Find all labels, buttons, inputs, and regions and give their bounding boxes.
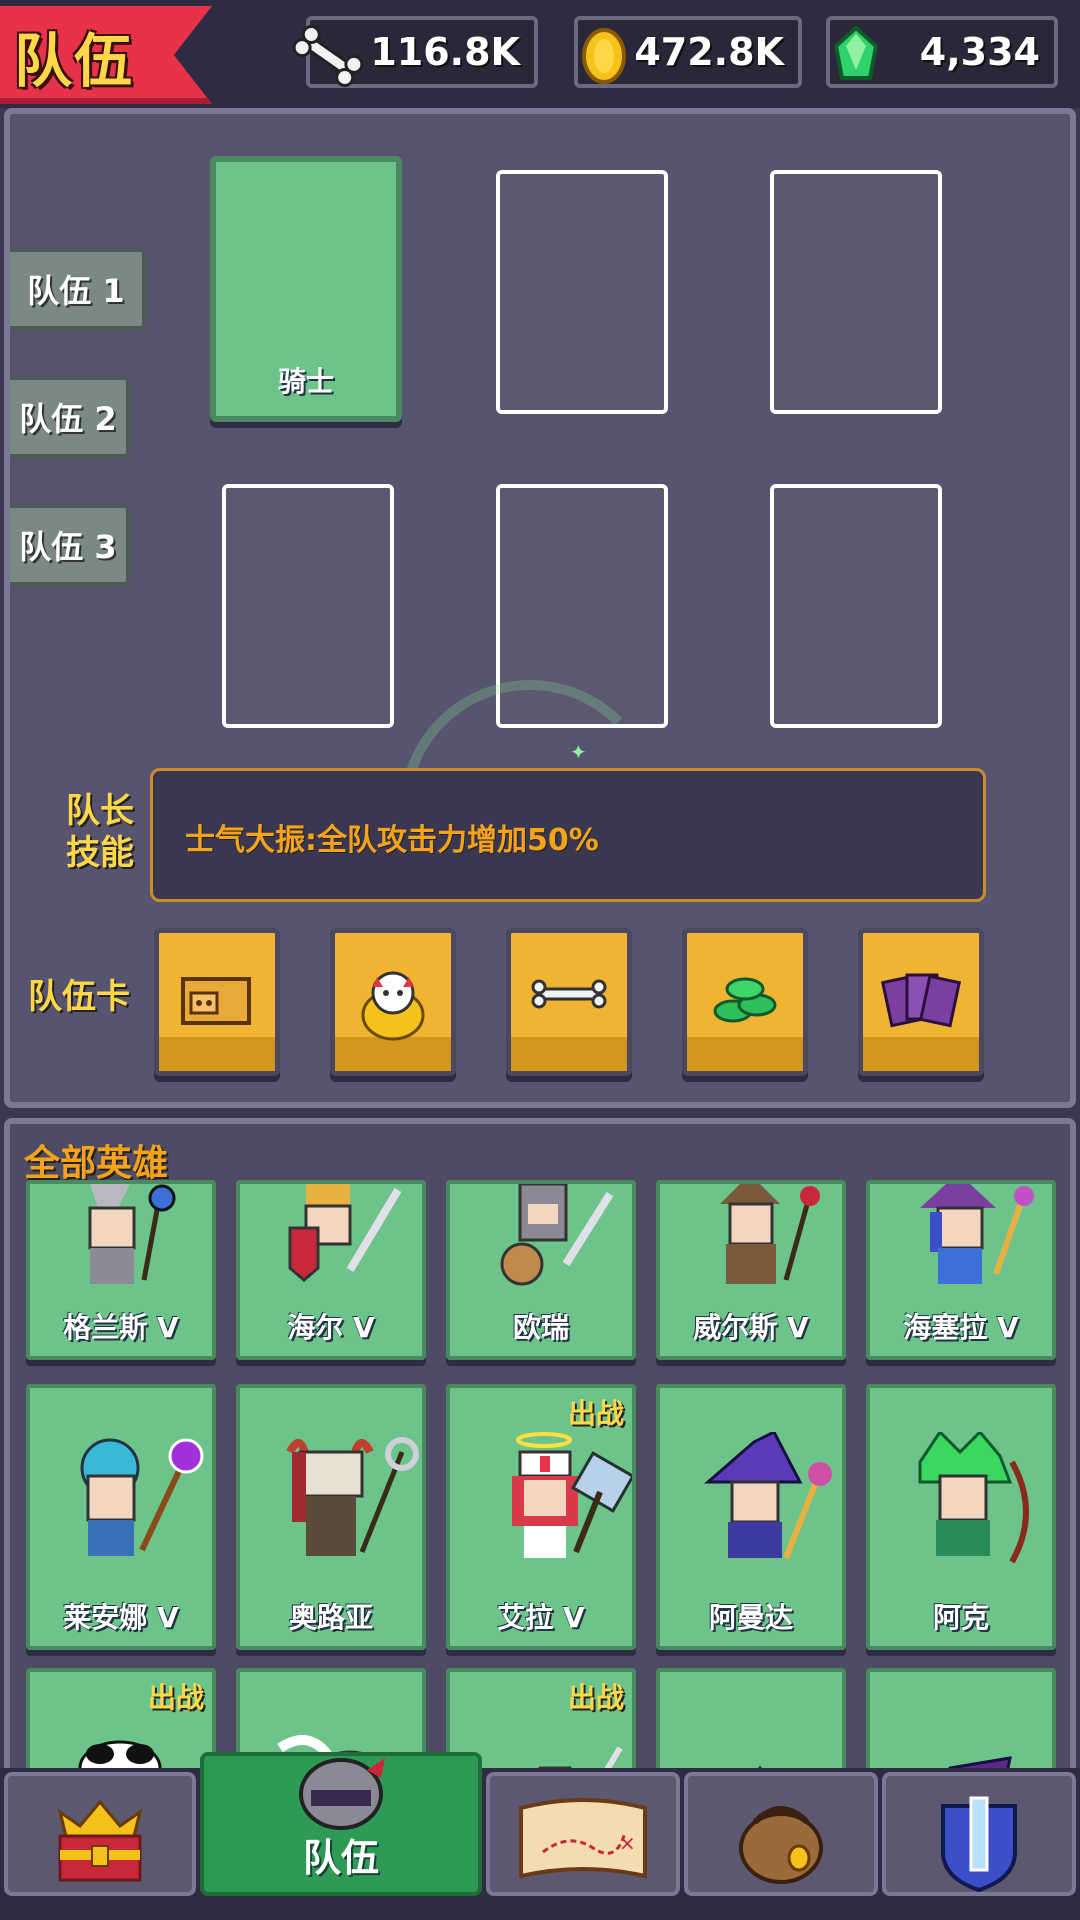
gem-value: 4,334	[919, 30, 1040, 74]
nav-map[interactable]: ×	[486, 1772, 680, 1896]
team-card-4[interactable]	[682, 928, 808, 1076]
hero-name: 阿克	[932, 1601, 989, 1634]
hero-name: 海尔 Ⅴ	[287, 1311, 375, 1344]
tab-team-2[interactable]: 队伍 2	[10, 376, 130, 458]
hero-card[interactable]: 海尔 Ⅴ	[236, 1180, 426, 1360]
tab-team-3[interactable]: 队伍 3	[10, 504, 130, 586]
bone-pile-icon	[531, 979, 607, 1009]
team-slot-6[interactable]	[770, 484, 942, 728]
svg-text:×: ×	[619, 1831, 636, 1855]
top-bar: 队伍 116.8K 472.8K 4,334	[0, 0, 1080, 108]
hero-name: 阿曼达	[708, 1601, 793, 1634]
hero-name: 威尔斯 Ⅴ	[693, 1311, 809, 1344]
hero-name: 海塞拉 Ⅴ	[903, 1311, 1019, 1344]
nav-shop[interactable]	[4, 1772, 196, 1896]
coin-value: 472.8K	[634, 30, 784, 74]
team-slot-4[interactable]	[222, 484, 394, 728]
leader-skill-label: 队长 技能	[66, 790, 134, 874]
bone-counter[interactable]: 116.8K	[292, 16, 538, 88]
purple-witch-hero-icon	[703, 1432, 832, 1560]
team-slot-2[interactable]	[496, 170, 668, 414]
green-gem-icon	[833, 25, 879, 80]
deployed-badge: 出战	[567, 1681, 624, 1714]
team-card-5[interactable]	[858, 928, 984, 1076]
archer-hero-icon	[918, 1432, 1029, 1564]
team-slot-3[interactable]	[770, 170, 942, 414]
page-title: 队伍	[14, 27, 135, 95]
nav-team-label: 队伍	[302, 1836, 379, 1880]
leader-skill-label-line1: 队长	[66, 791, 134, 831]
leader-skill-box: 士气大振:全队攻击力增加50%	[150, 768, 986, 902]
sorceress-hero-icon	[80, 1438, 204, 1556]
hero-name: 格兰斯 Ⅴ	[63, 1311, 179, 1344]
heroes-title: 全部英雄	[24, 1143, 169, 1184]
coin-counter[interactable]: 472.8K	[574, 16, 802, 88]
hero-name: 欧瑞	[512, 1311, 569, 1344]
team-card-3[interactable]	[506, 928, 632, 1076]
bone-icon	[292, 25, 364, 87]
witch-hero-icon	[920, 1184, 1034, 1284]
team-slot-1[interactable]: 骑士	[210, 156, 402, 422]
knight-helmet-icon	[299, 1758, 385, 1830]
nurse-hero-icon	[512, 1432, 632, 1558]
skull-warrior-hero-icon	[286, 1437, 419, 1556]
gem-counter[interactable]: 4,334	[826, 16, 1058, 88]
wizard-hero-icon	[88, 1184, 176, 1284]
hero-card[interactable]: 莱安娜 Ⅴ	[26, 1384, 216, 1650]
bone-value: 116.8K	[370, 30, 520, 74]
hero-card[interactable]: 阿曼达	[656, 1384, 846, 1650]
purple-cards-icon	[881, 973, 961, 1028]
lucky-cat-icon	[361, 971, 425, 1041]
team-cards-label: 队伍卡	[28, 977, 130, 1017]
hero-name: 艾拉 Ⅴ	[497, 1601, 585, 1634]
leader-skill-text: 士气大振:全队攻击力增加50%	[185, 823, 599, 858]
sparkle-icon: ✦	[570, 740, 587, 764]
hero-name: 奥路亚	[288, 1601, 373, 1634]
tab-team-1[interactable]: 队伍 1	[10, 248, 146, 330]
deployed-badge: 出战	[147, 1681, 204, 1714]
hero-card[interactable]: 格兰斯 Ⅴ	[26, 1180, 216, 1360]
team-card-2[interactable]	[330, 928, 456, 1076]
slot-hero-name: 骑士	[277, 365, 334, 398]
hero-name: 莱安娜 Ⅴ	[63, 1601, 179, 1634]
treasure-chest-icon	[57, 1799, 143, 1882]
leader-skill-label-line2: 技能	[66, 833, 134, 873]
tab-team-3-label: 队伍 3	[19, 528, 117, 566]
hero-card[interactable]: 阿克	[866, 1384, 1056, 1650]
bottom-nav: 队伍 ×	[0, 1752, 1080, 1920]
pig-box-icon	[181, 977, 251, 1025]
hero-card[interactable]: 威尔斯 Ⅴ	[656, 1180, 846, 1360]
hero-card[interactable]: 欧瑞	[446, 1180, 636, 1360]
hero-card[interactable]: 出战 艾拉 Ⅴ	[446, 1384, 636, 1650]
cash-stack-icon	[713, 977, 777, 1023]
dark-mage-hero-icon	[720, 1184, 820, 1284]
treasure-map-icon: ×	[519, 1798, 647, 1879]
nav-inventory[interactable]	[684, 1772, 878, 1896]
nav-team[interactable]: 队伍	[200, 1752, 482, 1896]
tab-team-2-label: 队伍 2	[19, 400, 117, 438]
hero-card[interactable]: 海塞拉 Ⅴ	[866, 1180, 1056, 1360]
warrior-hero-icon	[500, 1184, 614, 1286]
knight-hero-icon	[288, 1184, 402, 1282]
nav-guild[interactable]	[882, 1772, 1076, 1896]
backpack-icon	[739, 1806, 823, 1884]
hero-card[interactable]: 奥路亚	[236, 1384, 426, 1650]
deployed-badge: 出战	[567, 1397, 624, 1430]
team-card-1[interactable]	[154, 928, 280, 1076]
crystal-shield-icon	[941, 1796, 1017, 1892]
tab-team-1-label: 队伍 1	[27, 272, 125, 310]
